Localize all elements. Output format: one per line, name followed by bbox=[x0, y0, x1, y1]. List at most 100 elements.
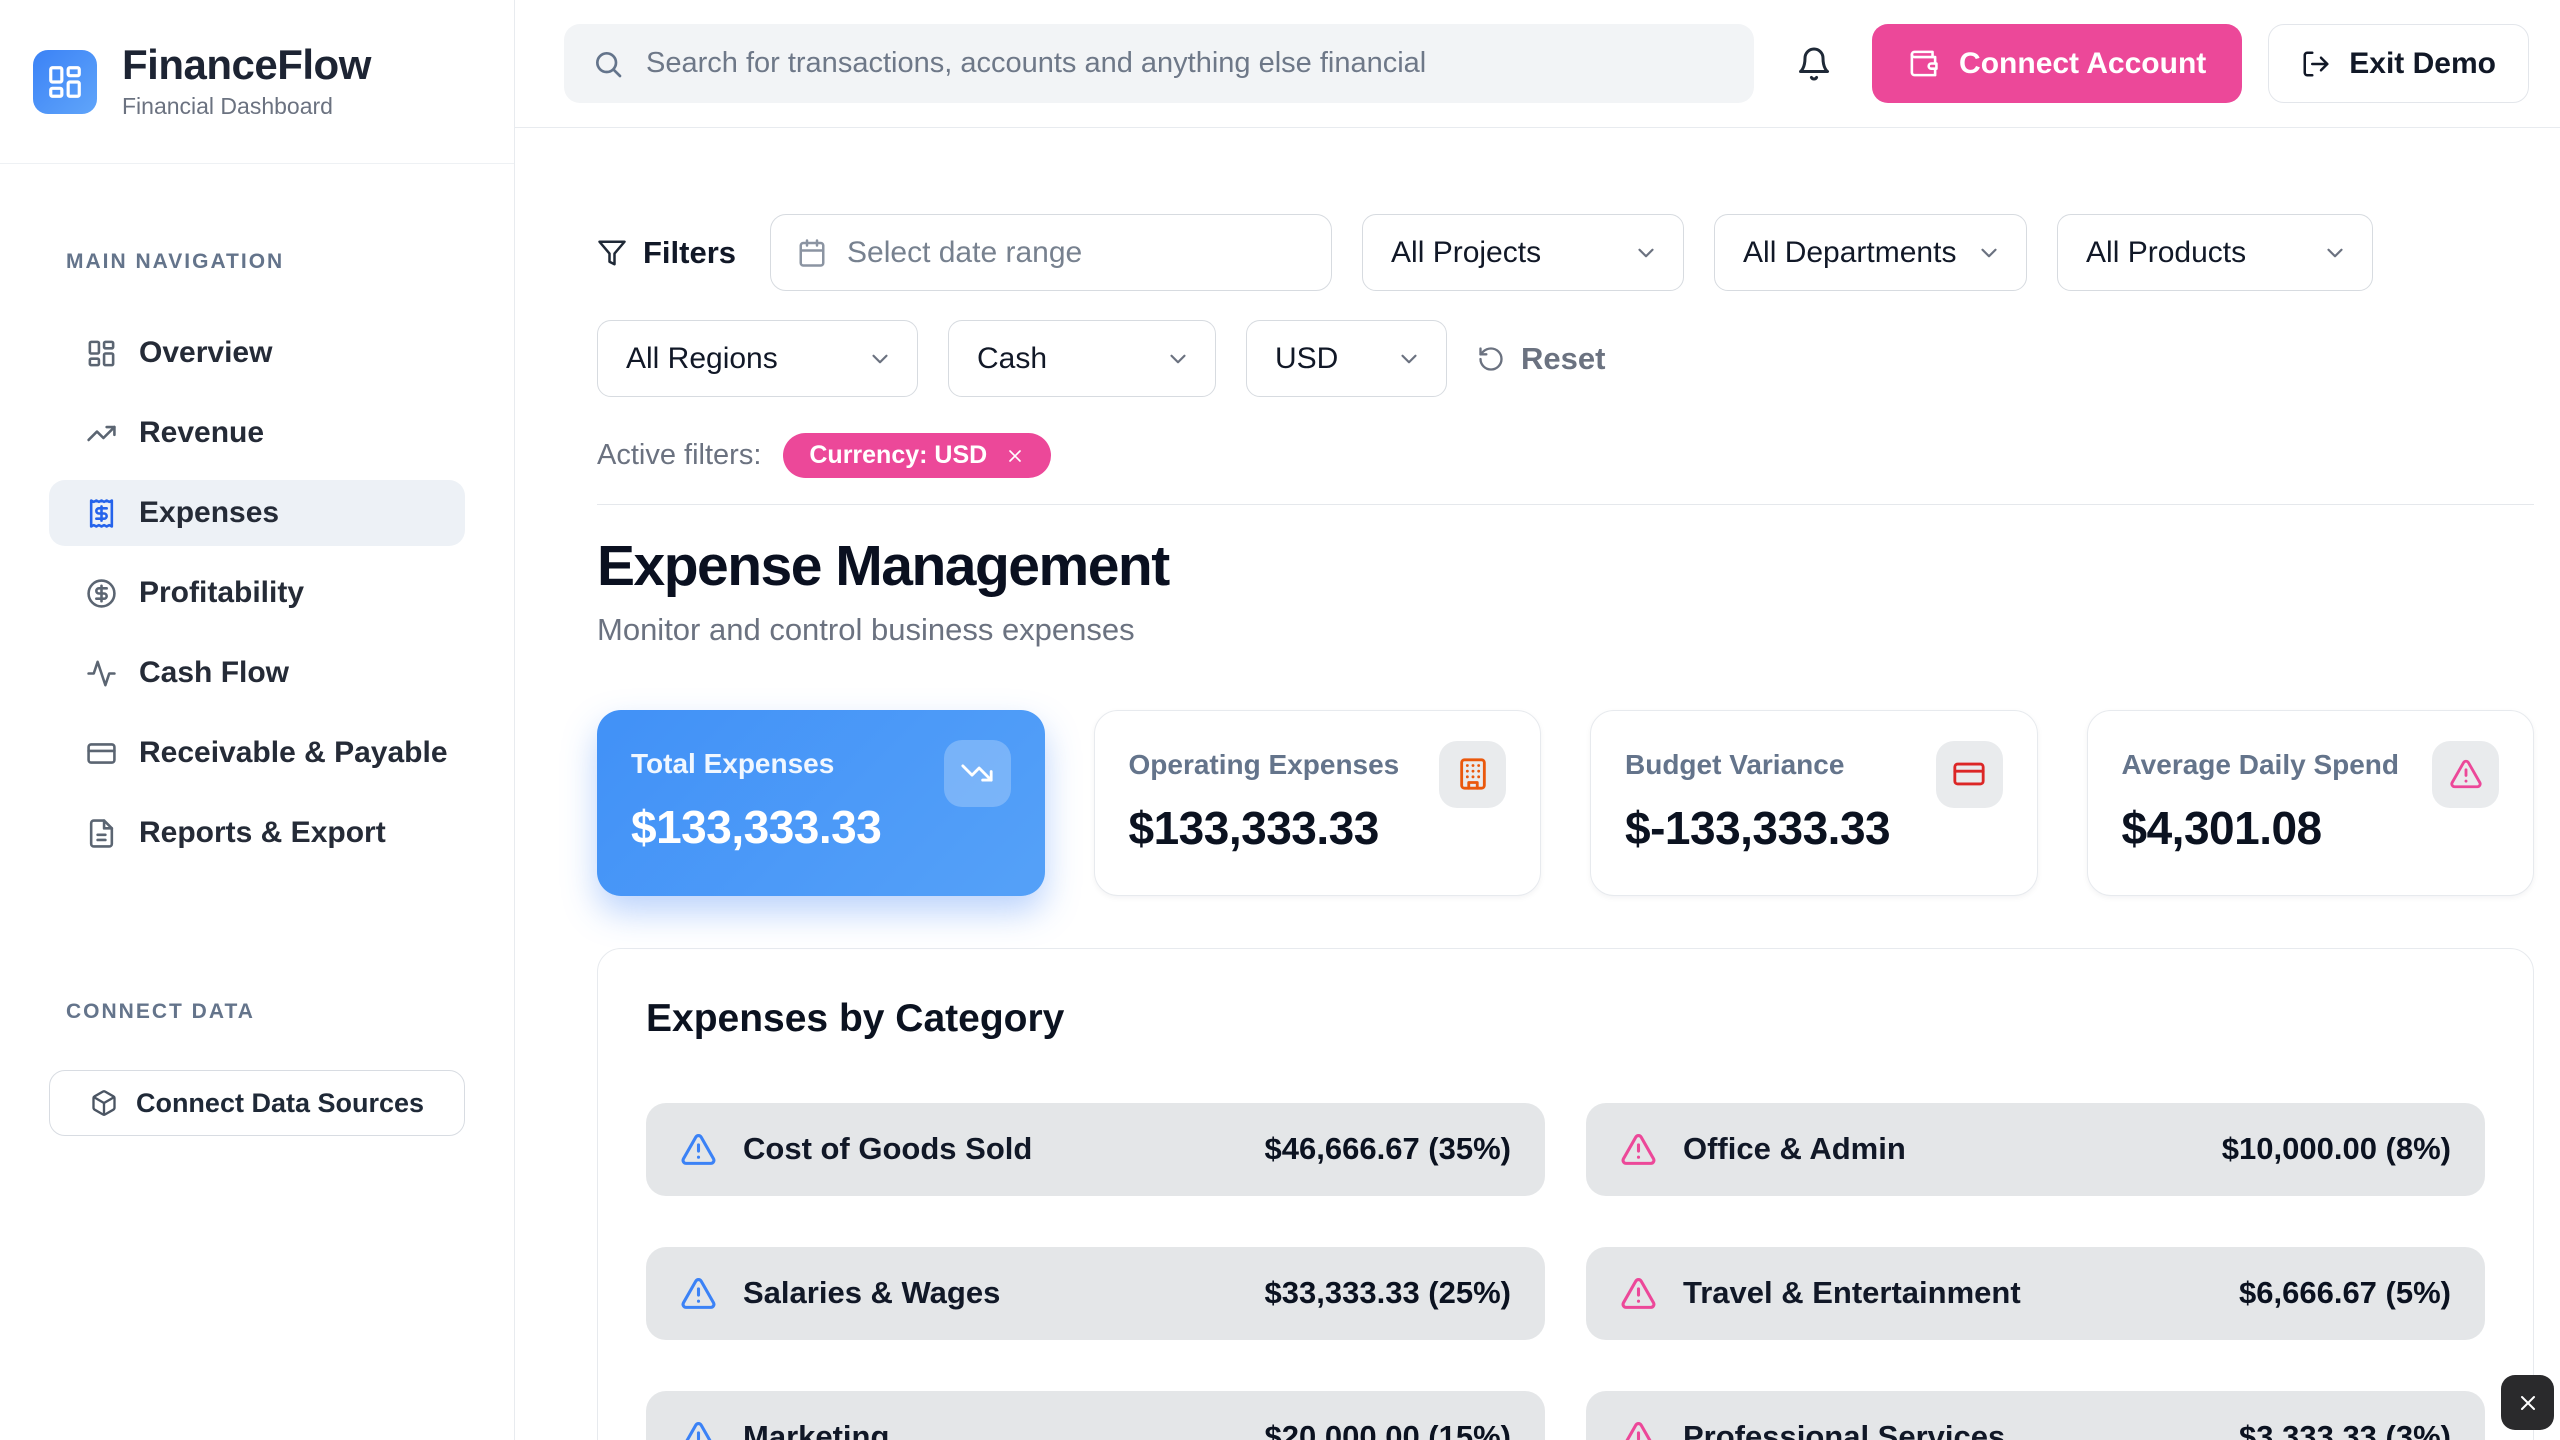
projects-select[interactable]: All Projects bbox=[1362, 214, 1684, 291]
category-row-travel-entertainment: Travel & Entertainment $6,666.67 (5%) bbox=[1586, 1247, 2485, 1340]
products-select[interactable]: All Products bbox=[2057, 214, 2373, 291]
regions-select[interactable]: All Regions bbox=[597, 320, 918, 397]
active-filters-label: Active filters: bbox=[597, 439, 761, 472]
stat-value: $133,333.33 bbox=[1129, 801, 1400, 855]
date-range-placeholder: Select date range bbox=[847, 236, 1082, 270]
close-overlay-button[interactable] bbox=[2501, 1375, 2554, 1430]
expenses-by-category-card: Expenses by Category Cost of Goods Sold … bbox=[597, 948, 2534, 1440]
app-title: FinanceFlow bbox=[122, 43, 371, 87]
category-value: $46,666.67 (35%) bbox=[1265, 1131, 1511, 1167]
dollar-circle-icon bbox=[86, 578, 117, 609]
stat-card-budget-variance: Budget Variance $-133,333.33 bbox=[1590, 710, 2038, 896]
stat-icon-chip bbox=[1439, 741, 1506, 808]
sidebar-item-profitability[interactable]: Profitability bbox=[49, 560, 465, 626]
departments-select[interactable]: All Departments bbox=[1714, 214, 2027, 291]
filters-section: Filters Select date range All Projects A… bbox=[597, 214, 2534, 505]
expenses-by-category-title: Expenses by Category bbox=[646, 997, 2485, 1041]
sidebar-item-label: Revenue bbox=[139, 416, 264, 450]
sidebar-item-receivable-payable[interactable]: Receivable & Payable bbox=[49, 720, 465, 786]
category-value: $6,666.67 (5%) bbox=[2239, 1275, 2451, 1311]
sidebar-item-cash-flow[interactable]: Cash Flow bbox=[49, 640, 465, 706]
activity-icon bbox=[86, 658, 117, 689]
sidebar-item-reports-export[interactable]: Reports & Export bbox=[49, 800, 465, 866]
chevron-down-icon bbox=[1976, 240, 2002, 266]
app-logo-icon bbox=[33, 50, 97, 114]
nav-section-heading: MAIN NAVIGATION bbox=[66, 250, 514, 274]
page-title: Expense Management bbox=[597, 535, 2534, 598]
category-value: $3,333.33 (3%) bbox=[2239, 1419, 2451, 1440]
sidebar-item-label: Reports & Export bbox=[139, 816, 386, 850]
stat-value: $133,333.33 bbox=[631, 800, 881, 854]
app-subtitle: Financial Dashboard bbox=[122, 93, 371, 120]
calendar-icon bbox=[797, 238, 827, 268]
rotate-ccw-icon bbox=[1477, 345, 1505, 373]
stat-icon-chip bbox=[2432, 741, 2499, 808]
connect-account-button[interactable]: Connect Account bbox=[1872, 24, 2242, 103]
brand-text: FinanceFlow Financial Dashboard bbox=[122, 43, 371, 120]
stat-label: Budget Variance bbox=[1625, 749, 1890, 781]
category-row-cost-of-goods-sold: Cost of Goods Sold $46,666.67 (35%) bbox=[646, 1103, 1545, 1196]
cash-basis-select[interactable]: Cash bbox=[948, 320, 1216, 397]
exit-demo-button[interactable]: Exit Demo bbox=[2268, 24, 2529, 103]
category-value: $20,000.00 (15%) bbox=[1265, 1419, 1511, 1440]
connect-data-heading: CONNECT DATA bbox=[66, 1000, 514, 1024]
brand: FinanceFlow Financial Dashboard bbox=[0, 0, 514, 164]
sidebar: FinanceFlow Financial Dashboard MAIN NAV… bbox=[0, 0, 515, 1440]
stat-value: $4,301.08 bbox=[2122, 801, 2400, 855]
category-grid: Cost of Goods Sold $46,666.67 (35%) Offi… bbox=[646, 1103, 2485, 1440]
currency-select[interactable]: USD bbox=[1246, 320, 1447, 397]
x-icon bbox=[2516, 1391, 2540, 1415]
category-row-office-admin: Office & Admin $10,000.00 (8%) bbox=[1586, 1103, 2485, 1196]
date-range-input[interactable]: Select date range bbox=[770, 214, 1332, 291]
alert-triangle-icon bbox=[680, 1131, 717, 1168]
sidebar-item-label: Receivable & Payable bbox=[139, 736, 448, 770]
stat-icon-chip bbox=[944, 740, 1011, 807]
chevron-down-icon bbox=[2322, 240, 2348, 266]
category-label: Travel & Entertainment bbox=[1683, 1275, 2021, 1311]
search-input[interactable] bbox=[646, 47, 1726, 80]
sidebar-item-label: Expenses bbox=[139, 496, 279, 530]
sidebar-item-label: Cash Flow bbox=[139, 656, 289, 690]
category-row-salaries-wages: Salaries & Wages $33,333.33 (25%) bbox=[646, 1247, 1545, 1340]
building-icon bbox=[1456, 757, 1490, 791]
alert-triangle-icon bbox=[680, 1419, 717, 1440]
stat-card-average-daily-spend: Average Daily Spend $4,301.08 bbox=[2087, 710, 2535, 896]
sidebar-item-expenses[interactable]: Expenses bbox=[49, 480, 465, 546]
alert-triangle-icon bbox=[1620, 1131, 1657, 1168]
credit-card-icon bbox=[86, 738, 117, 769]
exit-demo-label: Exit Demo bbox=[2349, 47, 2496, 81]
connect-account-label: Connect Account bbox=[1959, 47, 2206, 81]
chevron-down-icon bbox=[867, 346, 893, 372]
chevron-down-icon bbox=[1165, 346, 1191, 372]
layout-dashboard-icon bbox=[86, 338, 117, 369]
category-label: Marketing bbox=[743, 1419, 889, 1440]
active-filter-chip-currency[interactable]: Currency: USD bbox=[783, 433, 1051, 478]
receipt-icon bbox=[86, 498, 117, 529]
category-label: Professional Services bbox=[1683, 1419, 2005, 1440]
alert-triangle-icon bbox=[2449, 757, 2483, 791]
stat-label: Operating Expenses bbox=[1129, 749, 1400, 781]
alert-triangle-icon bbox=[1620, 1275, 1657, 1312]
alert-triangle-icon bbox=[1620, 1419, 1657, 1440]
stat-card-total-expenses: Total Expenses $133,333.33 bbox=[597, 710, 1045, 896]
category-value: $10,000.00 (8%) bbox=[2222, 1131, 2451, 1167]
wallet-icon bbox=[1908, 48, 1939, 79]
sidebar-item-label: Profitability bbox=[139, 576, 304, 610]
sidebar-item-revenue[interactable]: Revenue bbox=[49, 400, 465, 466]
category-row-marketing: Marketing $20,000.00 (15%) bbox=[646, 1391, 1545, 1440]
chevron-down-icon bbox=[1633, 240, 1659, 266]
notifications-button[interactable] bbox=[1792, 40, 1836, 88]
x-icon[interactable] bbox=[1005, 446, 1025, 466]
funnel-icon bbox=[597, 238, 627, 268]
category-label: Salaries & Wages bbox=[743, 1275, 1000, 1311]
connect-data-sources-button[interactable]: Connect Data Sources bbox=[49, 1070, 465, 1136]
reset-filters-button[interactable]: Reset bbox=[1477, 341, 1605, 377]
content-area: Connect Account Exit Demo Filters Select… bbox=[515, 0, 2560, 1440]
connect-data-sources-label: Connect Data Sources bbox=[136, 1088, 424, 1119]
category-row-professional-services: Professional Services $3,333.33 (3%) bbox=[1586, 1391, 2485, 1440]
page-head: Expense Management Monitor and control b… bbox=[597, 535, 2534, 648]
search-bar[interactable] bbox=[564, 24, 1754, 103]
section-divider bbox=[597, 504, 2534, 505]
sidebar-item-overview[interactable]: Overview bbox=[49, 320, 465, 386]
page-subtitle: Monitor and control business expenses bbox=[597, 612, 2534, 648]
